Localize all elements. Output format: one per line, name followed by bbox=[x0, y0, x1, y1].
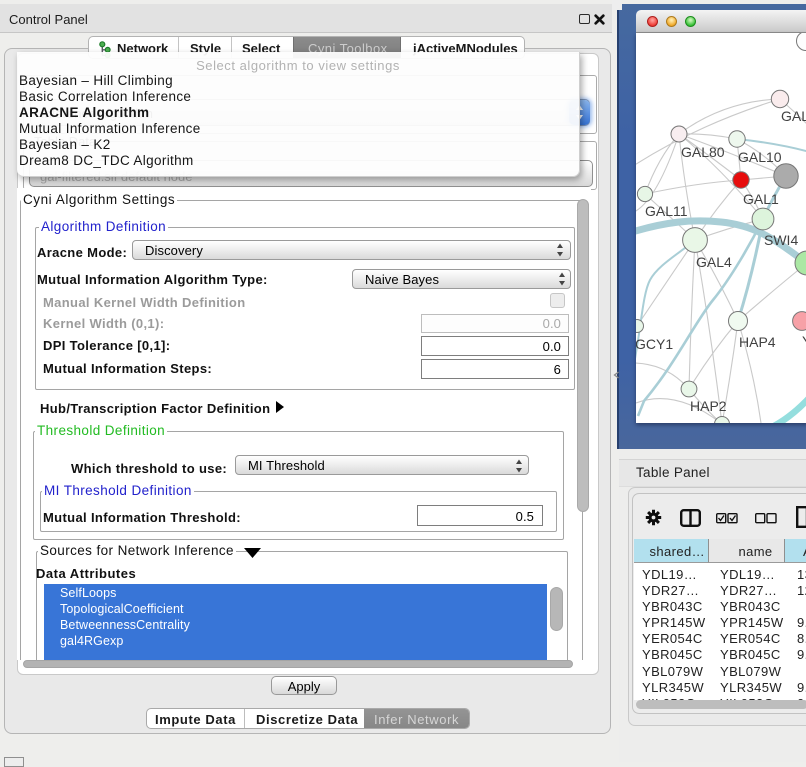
svg-text:GAL80: GAL80 bbox=[681, 144, 725, 160]
svg-text:Y: Y bbox=[802, 333, 806, 349]
svg-text:GAL: GAL bbox=[781, 108, 806, 124]
svg-text:GCY1: GCY1 bbox=[636, 336, 673, 352]
svg-text:GAL4: GAL4 bbox=[696, 254, 732, 270]
svg-text:HAP4: HAP4 bbox=[739, 334, 776, 350]
svg-text:SWI4: SWI4 bbox=[764, 232, 798, 248]
svg-text:GAL1: GAL1 bbox=[743, 191, 779, 207]
svg-text:GAL10: GAL10 bbox=[738, 149, 782, 165]
svg-text:HAP2: HAP2 bbox=[690, 398, 727, 414]
svg-text:GAL11: GAL11 bbox=[645, 203, 688, 219]
